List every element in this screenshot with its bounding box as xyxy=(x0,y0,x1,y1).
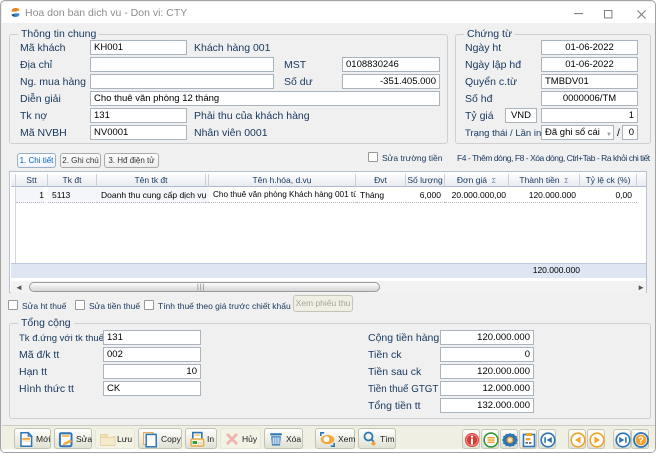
svg-text:?: ? xyxy=(638,435,644,446)
